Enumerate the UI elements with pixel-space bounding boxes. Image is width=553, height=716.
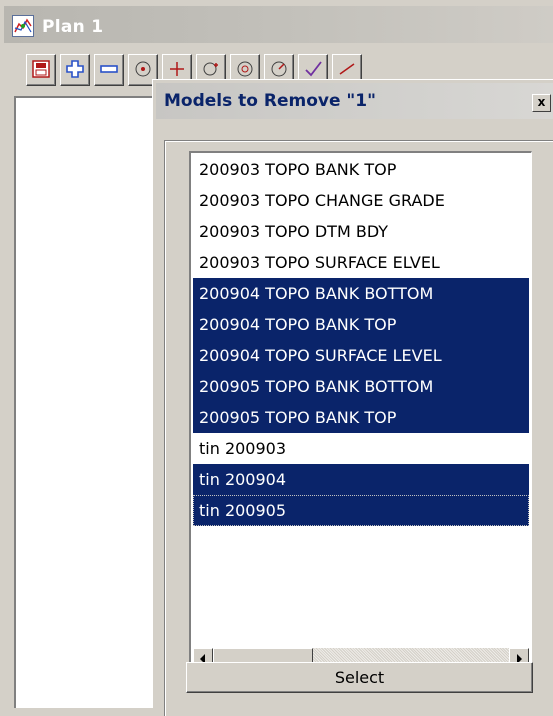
check-icon <box>299 58 327 80</box>
zoom-extent-icon <box>197 58 225 80</box>
close-icon: x <box>537 95 546 109</box>
list-item[interactable]: 200903 TOPO BANK TOP <box>193 154 529 185</box>
select-button[interactable]: Select <box>186 662 533 693</box>
list-item[interactable]: tin 200903 <box>193 433 529 464</box>
list-item[interactable]: 200905 TOPO BANK TOP <box>193 402 529 433</box>
list-item[interactable]: tin 200904 <box>193 464 529 495</box>
list-item[interactable]: 200903 TOPO CHANGE GRADE <box>193 185 529 216</box>
zoom-in-plus-icon <box>61 58 89 80</box>
dialog-titlebar[interactable]: Models to Remove "1" x <box>156 83 553 119</box>
plan-canvas[interactable] <box>14 96 154 708</box>
view-icon <box>231 58 259 80</box>
list-item[interactable]: 200904 TOPO BANK TOP <box>193 309 529 340</box>
list-item[interactable]: 200904 TOPO BANK BOTTOM <box>193 278 529 309</box>
plan-titlebar[interactable]: Plan 1 <box>4 6 553 43</box>
rotate-icon <box>265 58 293 80</box>
list-item[interactable]: 200905 TOPO BANK BOTTOM <box>193 371 529 402</box>
zoom-fit-icon <box>129 58 157 80</box>
models-list: 200903 TOPO BANK TOP 200903 TOPO CHANGE G… <box>193 154 529 526</box>
zoom-out-minus-icon <box>95 58 123 80</box>
list-item[interactable]: 200903 TOPO SURFACE ELVEL <box>193 247 529 278</box>
dialog-title: Models to Remove "1" <box>164 91 376 111</box>
list-item[interactable]: 200903 TOPO DTM BDY <box>193 216 529 247</box>
list-item[interactable]: 200904 TOPO SURFACE LEVEL <box>193 340 529 371</box>
zoom-out-button[interactable] <box>94 54 124 86</box>
models-to-remove-dialog: Models to Remove "1" x 200903 TOPO BANK … <box>152 79 553 716</box>
pan-icon <box>163 58 191 80</box>
save-plot-icon <box>27 58 55 80</box>
plan-app-icon[interactable] <box>12 15 34 37</box>
close-button[interactable]: x <box>532 94 551 112</box>
list-item[interactable]: tin 200905 <box>193 495 529 526</box>
zoom-in-button[interactable] <box>60 54 90 86</box>
models-listbox[interactable]: 200903 TOPO BANK TOP 200903 TOPO CHANGE G… <box>189 151 532 673</box>
save-plot-button[interactable] <box>26 54 56 86</box>
measure-icon <box>333 58 361 80</box>
plan-window-title: Plan 1 <box>42 17 104 37</box>
